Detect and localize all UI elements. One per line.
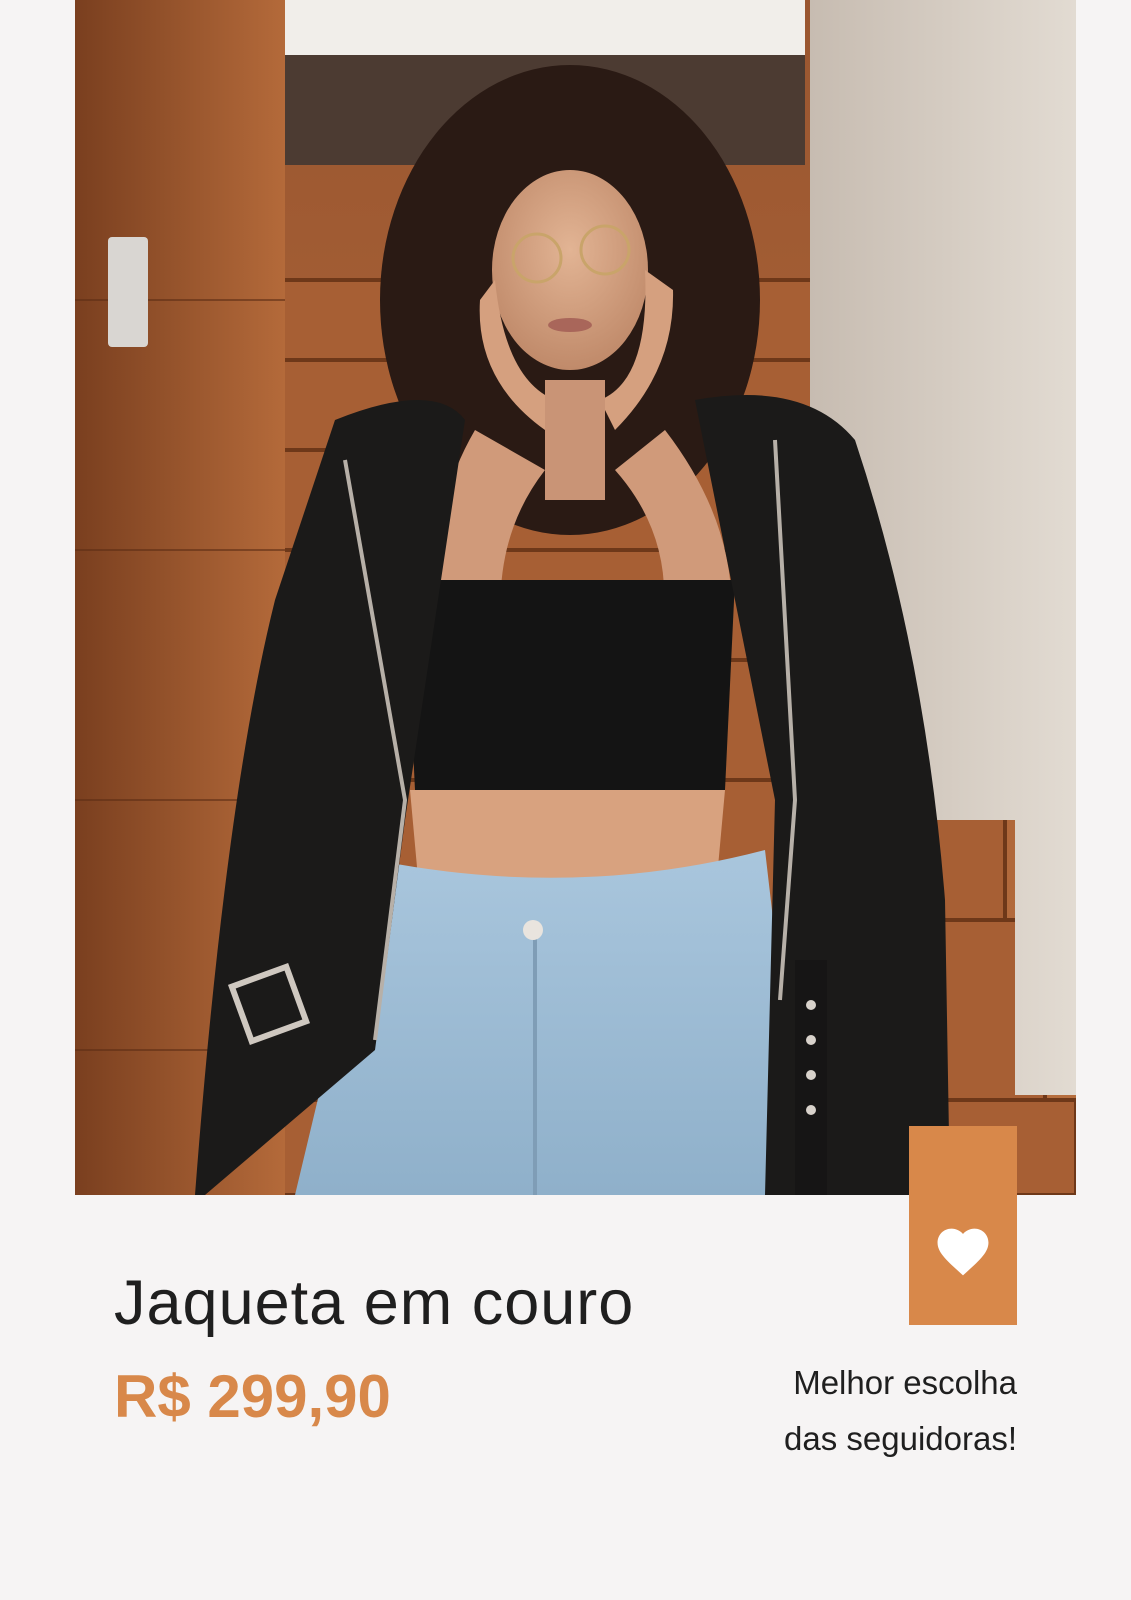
product-name: Jaqueta em couro: [114, 1268, 635, 1338]
product-photo: [75, 0, 1076, 1195]
tagline-line-1: Melhor escolha: [793, 1364, 1017, 1401]
heart-icon: [937, 1228, 989, 1276]
favorite-badge[interactable]: [909, 1126, 1017, 1325]
model-image: [75, 0, 1076, 1195]
product-price: R$ 299,90: [114, 1363, 391, 1430]
tagline-line-2: das seguidoras!: [784, 1420, 1017, 1457]
tagline: Melhor escolha das seguidoras!: [784, 1355, 1017, 1467]
